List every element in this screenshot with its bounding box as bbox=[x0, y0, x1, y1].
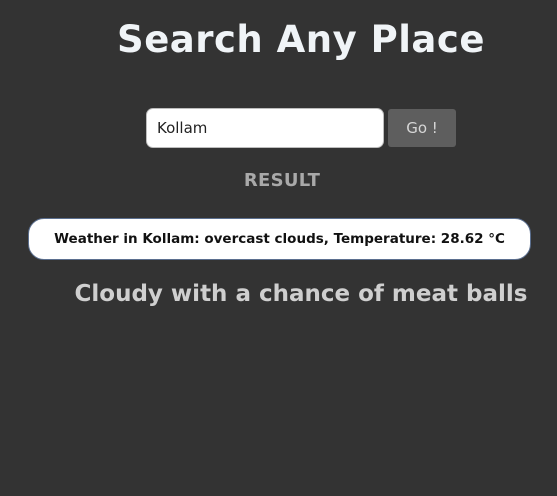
search-input[interactable] bbox=[146, 108, 384, 148]
search-bar: Go ! bbox=[146, 108, 456, 148]
result-heading: RESULT bbox=[243, 170, 321, 191]
result-box: Weather in Kollam: overcast clouds, Temp… bbox=[28, 218, 531, 260]
page-title: Search Any Place bbox=[117, 18, 485, 61]
go-button[interactable]: Go ! bbox=[388, 109, 456, 147]
weather-result-text: Weather in Kollam: overcast clouds, Temp… bbox=[54, 231, 505, 247]
tagline: Cloudy with a chance of meat balls bbox=[74, 281, 528, 307]
